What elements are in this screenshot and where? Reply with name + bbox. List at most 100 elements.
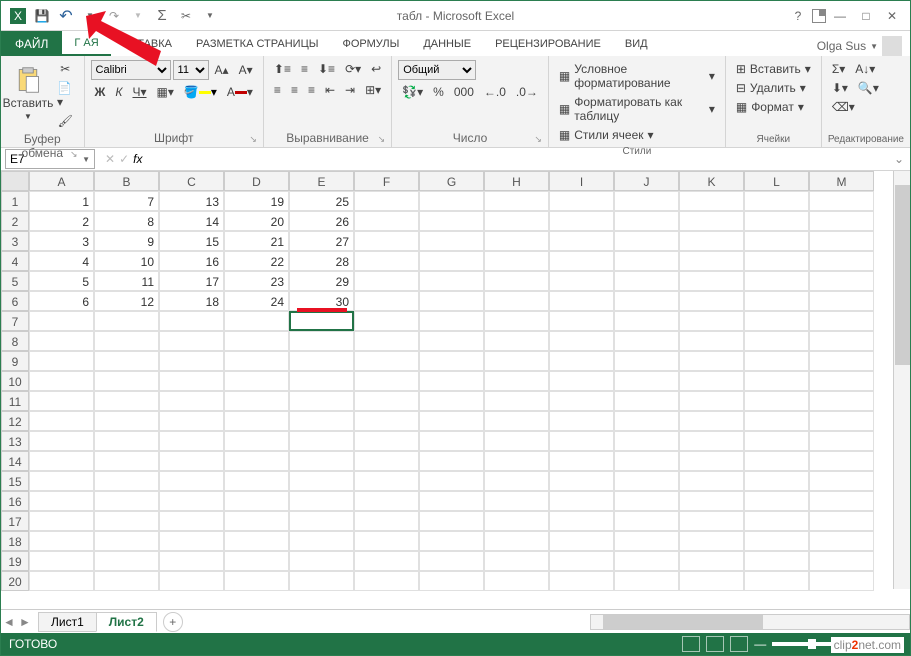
cell[interactable]: 10 <box>94 251 159 271</box>
cell[interactable] <box>549 351 614 371</box>
alignment-dialog-launcher-icon[interactable]: ↘ <box>378 134 386 145</box>
cell[interactable] <box>679 491 744 511</box>
cell[interactable] <box>484 431 549 451</box>
font-color-button[interactable]: A▾ <box>223 83 257 101</box>
font-size-select[interactable]: 11 <box>173 60 209 80</box>
undo-dropdown-icon[interactable]: ▼ <box>79 5 101 27</box>
normal-view-icon[interactable] <box>682 636 700 652</box>
undo-icon[interactable]: ↶ <box>55 5 77 27</box>
cell[interactable] <box>224 431 289 451</box>
cell[interactable] <box>744 551 809 571</box>
cell[interactable] <box>159 351 224 371</box>
pagelayout-view-icon[interactable] <box>706 636 724 652</box>
cell-styles-button[interactable]: ▦ Стили ячеек ▾ <box>555 126 719 144</box>
cell[interactable] <box>224 571 289 591</box>
cell[interactable] <box>289 351 354 371</box>
cell[interactable] <box>159 411 224 431</box>
cell[interactable] <box>94 391 159 411</box>
row-header[interactable]: 1 <box>1 191 29 211</box>
cell[interactable] <box>549 511 614 531</box>
tab-page-layout[interactable]: РАЗМЕТКА СТРАНИЦЫ <box>184 31 330 56</box>
cell[interactable] <box>354 271 419 291</box>
cell[interactable] <box>289 491 354 511</box>
cell[interactable] <box>744 331 809 351</box>
cell[interactable] <box>679 571 744 591</box>
cell[interactable] <box>809 251 874 271</box>
cell[interactable] <box>224 371 289 391</box>
cell[interactable] <box>484 551 549 571</box>
cell[interactable]: 23 <box>224 271 289 291</box>
insert-cells-button[interactable]: ⊞ Вставить ▾ <box>732 60 815 78</box>
cell[interactable] <box>94 331 159 351</box>
cell[interactable] <box>679 311 744 331</box>
minimize-icon[interactable]: — <box>828 5 852 27</box>
cell[interactable]: 19 <box>224 191 289 211</box>
cell[interactable] <box>354 291 419 311</box>
cell[interactable] <box>679 511 744 531</box>
cell[interactable] <box>419 231 484 251</box>
cell[interactable] <box>224 471 289 491</box>
tab-formulas[interactable]: ФОРМУЛЫ <box>330 31 411 56</box>
cell[interactable] <box>354 311 419 331</box>
align-top-icon[interactable]: ⬆≡ <box>270 60 295 78</box>
cell[interactable] <box>419 471 484 491</box>
number-format-select[interactable]: Общий <box>398 60 476 80</box>
cell[interactable] <box>224 411 289 431</box>
cell[interactable]: 26 <box>289 211 354 231</box>
user-name[interactable]: Olga Sus <box>817 39 866 53</box>
cell[interactable] <box>289 511 354 531</box>
cell[interactable] <box>549 451 614 471</box>
cell[interactable] <box>484 511 549 531</box>
cell[interactable] <box>614 531 679 551</box>
cell[interactable] <box>354 411 419 431</box>
find-select-button[interactable]: 🔍▾ <box>854 79 883 97</box>
cell[interactable] <box>224 531 289 551</box>
autosum-icon[interactable]: Σ <box>151 5 173 27</box>
help-icon[interactable]: ? <box>786 5 810 27</box>
copy-button[interactable]: 📄▾ <box>53 79 78 111</box>
cell[interactable]: 13 <box>159 191 224 211</box>
clear-button[interactable]: ⌫▾ <box>828 98 859 116</box>
increase-font-icon[interactable]: A▴ <box>211 61 233 79</box>
cell[interactable] <box>419 571 484 591</box>
cell[interactable] <box>94 451 159 471</box>
cell[interactable] <box>29 311 94 331</box>
italic-button[interactable]: К <box>111 83 126 101</box>
cell[interactable] <box>679 231 744 251</box>
decrease-font-icon[interactable]: A▾ <box>235 61 257 79</box>
sheet-tab[interactable]: Лист2 <box>96 612 157 632</box>
cell[interactable] <box>614 211 679 231</box>
cell[interactable] <box>354 431 419 451</box>
align-middle-icon[interactable]: ≡ <box>297 60 312 78</box>
new-sheet-button[interactable]: + <box>163 612 183 632</box>
cell[interactable] <box>809 511 874 531</box>
column-header[interactable]: C <box>159 171 224 191</box>
cell[interactable] <box>809 351 874 371</box>
cell[interactable] <box>94 571 159 591</box>
cell[interactable] <box>159 491 224 511</box>
cell[interactable] <box>419 211 484 231</box>
cell[interactable]: 8 <box>94 211 159 231</box>
cell[interactable] <box>744 411 809 431</box>
enter-formula-icon[interactable]: ✓ <box>119 152 129 166</box>
cell[interactable] <box>94 431 159 451</box>
cell[interactable] <box>94 351 159 371</box>
cell[interactable]: 7 <box>94 191 159 211</box>
cell[interactable] <box>94 371 159 391</box>
cell[interactable] <box>744 311 809 331</box>
cell[interactable] <box>744 291 809 311</box>
cell[interactable] <box>224 511 289 531</box>
cell[interactable] <box>224 491 289 511</box>
cell[interactable] <box>679 251 744 271</box>
column-header[interactable]: H <box>484 171 549 191</box>
row-header[interactable]: 20 <box>1 571 29 591</box>
cell[interactable] <box>744 251 809 271</box>
cell[interactable] <box>419 371 484 391</box>
cell[interactable] <box>289 431 354 451</box>
tab-file[interactable]: ФАЙЛ <box>1 31 62 56</box>
cell[interactable] <box>224 351 289 371</box>
cell[interactable]: 27 <box>289 231 354 251</box>
cell[interactable]: 17 <box>159 271 224 291</box>
cell[interactable] <box>809 211 874 231</box>
cell[interactable] <box>614 271 679 291</box>
